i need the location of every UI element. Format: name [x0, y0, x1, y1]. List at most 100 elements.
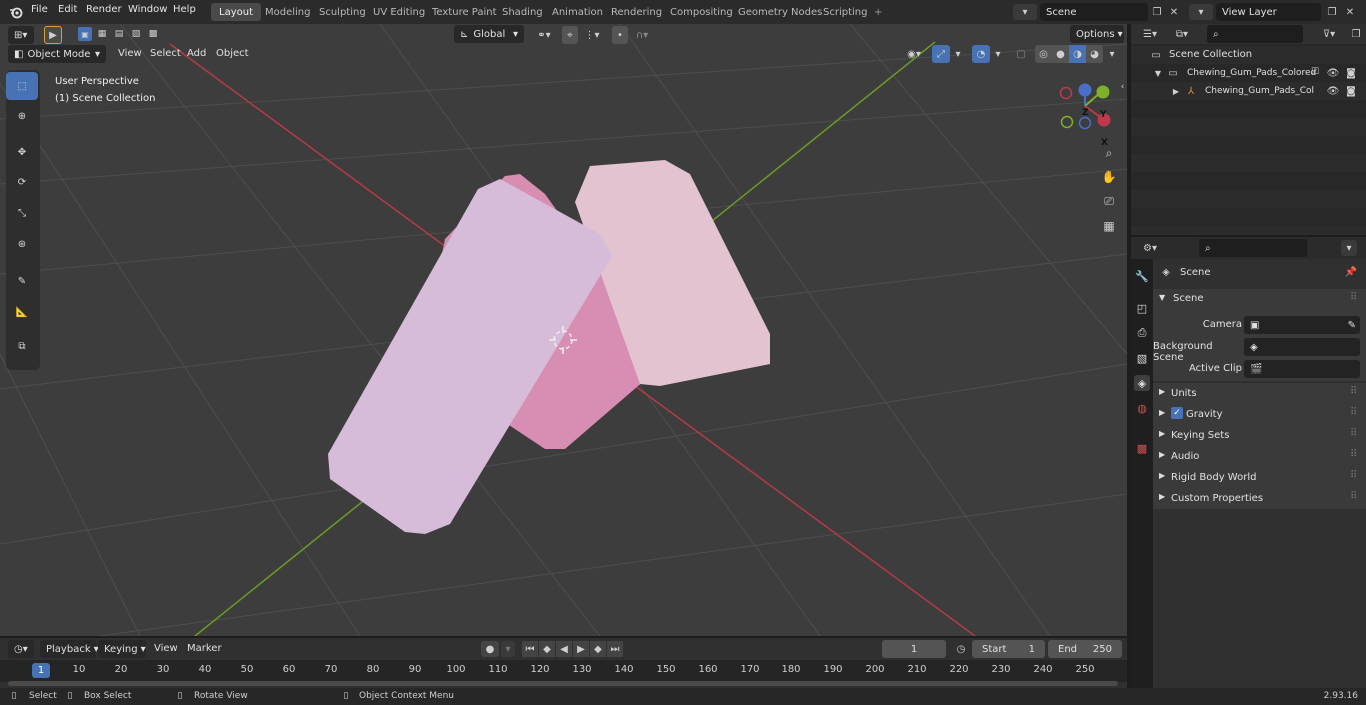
drag-handle-icon[interactable]: ⠿ — [1350, 386, 1357, 397]
options-dropdown[interactable]: Options ▾ — [1070, 25, 1124, 43]
pivot-point-icon[interactable]: ⚭▾ — [532, 27, 556, 43]
menu-edit[interactable]: Edit — [58, 4, 77, 15]
select-mode-invert-icon[interactable]: ▧ — [129, 27, 143, 41]
menu-render[interactable]: Render — [86, 4, 122, 15]
navigation-gizmo[interactable] — [1059, 83, 1111, 130]
display-mode-icon[interactable]: ⧉▾ — [1169, 26, 1195, 42]
active-clip-field[interactable]: 🎬 — [1244, 360, 1360, 378]
move-tool-icon[interactable]: ✥ — [6, 138, 38, 166]
scene-panel-header[interactable]: ▼ Scene ⠿ — [1153, 289, 1366, 309]
panel-custom-properties[interactable]: ▶ Custom Properties ⠿ — [1153, 488, 1366, 509]
scene-selector-icon[interactable]: ▾ — [1013, 4, 1037, 20]
mode-dropdown[interactable]: ◧ Object Mode ▾ — [8, 45, 106, 63]
add-workspace-button[interactable]: + — [866, 3, 890, 21]
gizmo-dropdown-icon[interactable]: ▾ — [952, 46, 964, 62]
xray-toggle-icon[interactable]: ▢ — [1013, 46, 1029, 62]
expand-arrow-icon[interactable]: ▼ — [1153, 65, 1163, 81]
timeline-scrollbar[interactable] — [8, 681, 1118, 686]
snap-target-icon[interactable]: ⋮▾ — [580, 27, 604, 43]
wireframe-shading-icon[interactable]: ◎ — [1035, 45, 1052, 63]
drag-handle-icon[interactable]: ⠿ — [1350, 449, 1357, 460]
proportional-falloff-icon[interactable]: ∩▾ — [630, 27, 654, 43]
add-cube-tool-icon[interactable]: ⧉ — [6, 332, 38, 360]
cursor-tool-icon[interactable]: ⊕ — [6, 102, 38, 130]
snap-toggle-icon[interactable]: ⌖ — [562, 26, 578, 44]
outliner-row-object[interactable]: ▶ ⅄ Chewing_Gum_Pads_Col 👁 ◙ — [1131, 82, 1366, 100]
prev-keyframe-icon[interactable]: ◆ — [539, 641, 555, 657]
sidebar-toggle-icon[interactable]: ‹ — [1118, 80, 1127, 94]
world-tab-icon[interactable]: ◍ — [1134, 400, 1150, 416]
annotate-tool-icon[interactable]: ✎ — [6, 267, 38, 295]
tab-uv-editing[interactable]: UV Editing — [365, 3, 433, 21]
play-icon[interactable]: ▶ — [573, 641, 589, 657]
perspective-toggle-icon[interactable]: ▦ — [1099, 216, 1119, 236]
drag-handle-icon[interactable]: ⠿ — [1350, 292, 1357, 303]
tab-rendering[interactable]: Rendering — [603, 3, 670, 21]
visibility-icon[interactable]: ◉▾ — [902, 46, 926, 62]
properties-options-icon[interactable]: ▾ — [1341, 240, 1357, 256]
pin-icon[interactable]: 📌 — [1344, 265, 1358, 279]
outliner-search-input[interactable]: ⌕ — [1207, 25, 1303, 43]
view-layer-selector-icon[interactable]: ▾ — [1189, 4, 1213, 20]
record-keyframe-icon[interactable]: ● — [481, 641, 499, 657]
zoom-icon[interactable]: ⌕ — [1099, 143, 1119, 163]
shading-dropdown-icon[interactable]: ▾ — [1106, 46, 1118, 62]
menu-window[interactable]: Window — [128, 4, 167, 15]
rotate-tool-icon[interactable]: ⟳ — [6, 168, 38, 196]
tab-modeling[interactable]: Modeling — [257, 3, 319, 21]
panel-keying-sets[interactable]: ▶ Keying Sets ⠿ — [1153, 425, 1366, 446]
overlays-toggle-icon[interactable]: ◔ — [972, 45, 990, 63]
texture-tab-icon[interactable]: ▩ — [1134, 440, 1150, 456]
camera-view-icon[interactable]: ⎚ — [1099, 191, 1119, 211]
menu-add[interactable]: Add — [187, 48, 206, 59]
output-tab-icon[interactable]: ⎙ — [1134, 325, 1150, 341]
play-reverse-icon[interactable]: ◀ — [556, 641, 572, 657]
tool-tab-icon[interactable]: 🔧 — [1134, 268, 1150, 284]
menu-help[interactable]: Help — [173, 4, 196, 15]
view-layer-tab-icon[interactable]: ▧ — [1134, 350, 1150, 366]
jump-start-icon[interactable]: ⏮ — [522, 641, 538, 657]
properties-search-input[interactable]: ⌕ — [1199, 239, 1307, 257]
select-mode-subtract-icon[interactable]: ▤ — [112, 27, 126, 41]
exclude-checkbox-icon[interactable]: ☑ — [1309, 66, 1321, 78]
blender-logo-icon[interactable] — [8, 4, 24, 20]
end-frame-field[interactable]: End 250 — [1048, 640, 1122, 658]
pan-hand-icon[interactable]: ✋ — [1099, 167, 1119, 187]
jump-end-icon[interactable]: ⏭ — [607, 641, 623, 657]
new-view-layer-icon[interactable]: ❐ — [1325, 4, 1339, 20]
rendered-shading-icon[interactable]: ◕ — [1086, 45, 1103, 63]
panel-audio[interactable]: ▶ Audio ⠿ — [1153, 446, 1366, 467]
properties-editor-type-icon[interactable]: ⚙▾ — [1137, 240, 1163, 256]
gravity-checkbox-icon[interactable]: ✓ — [1171, 407, 1183, 419]
scene-name-field[interactable]: Scene — [1040, 3, 1148, 21]
frame-ruler[interactable]: 1 10 20 30 40 50 60 70 80 90 100 110 120… — [0, 660, 1127, 682]
timeline-marker-menu[interactable]: Marker — [187, 643, 222, 654]
menu-view[interactable]: View — [118, 48, 142, 59]
scale-tool-icon[interactable]: ⤡ — [6, 199, 38, 227]
tab-compositing[interactable]: Compositing — [662, 3, 741, 21]
transform-tool-icon[interactable]: ⊛ — [6, 230, 38, 258]
background-scene-field[interactable]: ◈ — [1244, 338, 1360, 356]
panel-units[interactable]: ▶ Units ⠿ — [1153, 383, 1366, 404]
editor-type-button[interactable]: ⊞▾ — [8, 26, 34, 44]
playhead[interactable]: 1 — [32, 663, 50, 678]
menu-object[interactable]: Object — [216, 48, 249, 59]
tab-shading[interactable]: Shading — [494, 3, 551, 21]
solid-shading-icon[interactable]: ● — [1052, 45, 1069, 63]
material-shading-icon[interactable]: ◑ — [1069, 45, 1086, 63]
auto-key-dropdown-icon[interactable]: ▾ — [501, 641, 515, 657]
timeline-editor-type-button[interactable]: ◷▾ — [8, 640, 34, 658]
camera-field[interactable]: ▣ ✎ — [1244, 316, 1360, 334]
delete-scene-icon[interactable]: ✕ — [1168, 4, 1180, 20]
view-layer-field[interactable]: View Layer — [1216, 3, 1321, 21]
proportional-edit-icon[interactable]: • — [612, 26, 628, 44]
outliner-row-scene-collection[interactable]: ▭ Scene Collection — [1131, 46, 1366, 64]
current-frame-field[interactable]: 1 — [882, 640, 946, 658]
gizmo-toggle-icon[interactable]: ⤢ — [932, 45, 950, 63]
tab-layout[interactable]: Layout — [211, 3, 261, 21]
new-scene-icon[interactable]: ❐ — [1150, 4, 1164, 20]
render-tab-icon[interactable]: ◰ — [1134, 300, 1150, 316]
overlays-dropdown-icon[interactable]: ▾ — [992, 46, 1004, 62]
new-collection-icon[interactable]: ❐ — [1349, 26, 1363, 42]
transform-orientation-dropdown[interactable]: ⊾ Global ▾ — [454, 25, 524, 43]
